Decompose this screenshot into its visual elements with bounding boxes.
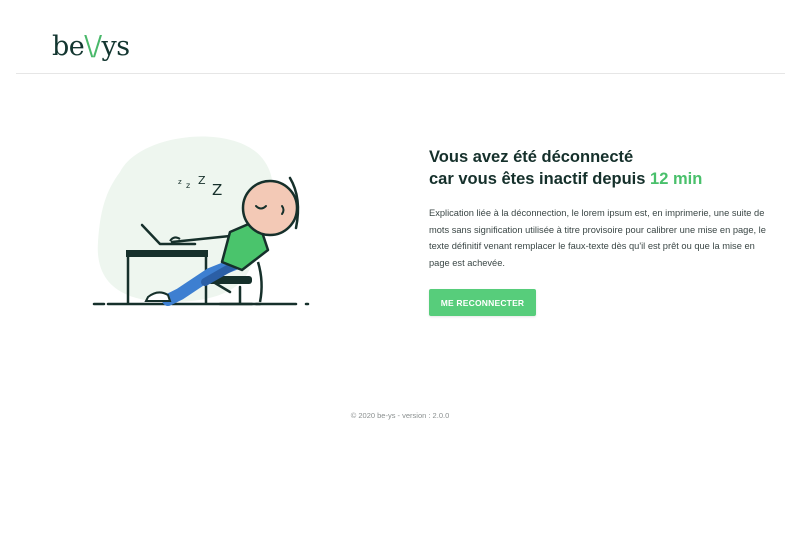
chair-back bbox=[256, 261, 263, 303]
sleep-letter-2: z bbox=[186, 181, 190, 190]
title-line-1: Vous avez été déconnecté bbox=[429, 148, 634, 166]
page: be\/ys z z Z Z Vous avez été déconnecté … bbox=[0, 0, 800, 550]
sleeping-person-illustration: z z Z Z bbox=[92, 136, 310, 306]
sleep-letter-1: z bbox=[178, 178, 182, 186]
sleep-letter-3: Z bbox=[198, 174, 206, 187]
desk-top bbox=[126, 250, 208, 257]
description-text: Explication liée à la déconnection, le l… bbox=[429, 208, 766, 268]
title-line-2: car vous êtes inactif depuis 12 min bbox=[429, 170, 703, 188]
sleep-letter-4: Z bbox=[212, 181, 222, 199]
beys-logo[interactable]: be\/ys bbox=[52, 30, 130, 64]
footer-version-text: © 2020 be-ys - version : 2.0.0 bbox=[350, 411, 450, 420]
reconnect-button[interactable]: ME RECONNECTER bbox=[429, 289, 536, 316]
logo-accent: \/ bbox=[84, 31, 102, 62]
main-content: Vous avez été déconnecté car vous êtes i… bbox=[429, 146, 769, 280]
inactivity-duration: 12 min bbox=[650, 170, 703, 188]
head bbox=[241, 179, 299, 237]
page-title: Vous avez été déconnecté car vous êtes i… bbox=[429, 146, 769, 190]
header: be\/ys bbox=[16, 0, 785, 74]
